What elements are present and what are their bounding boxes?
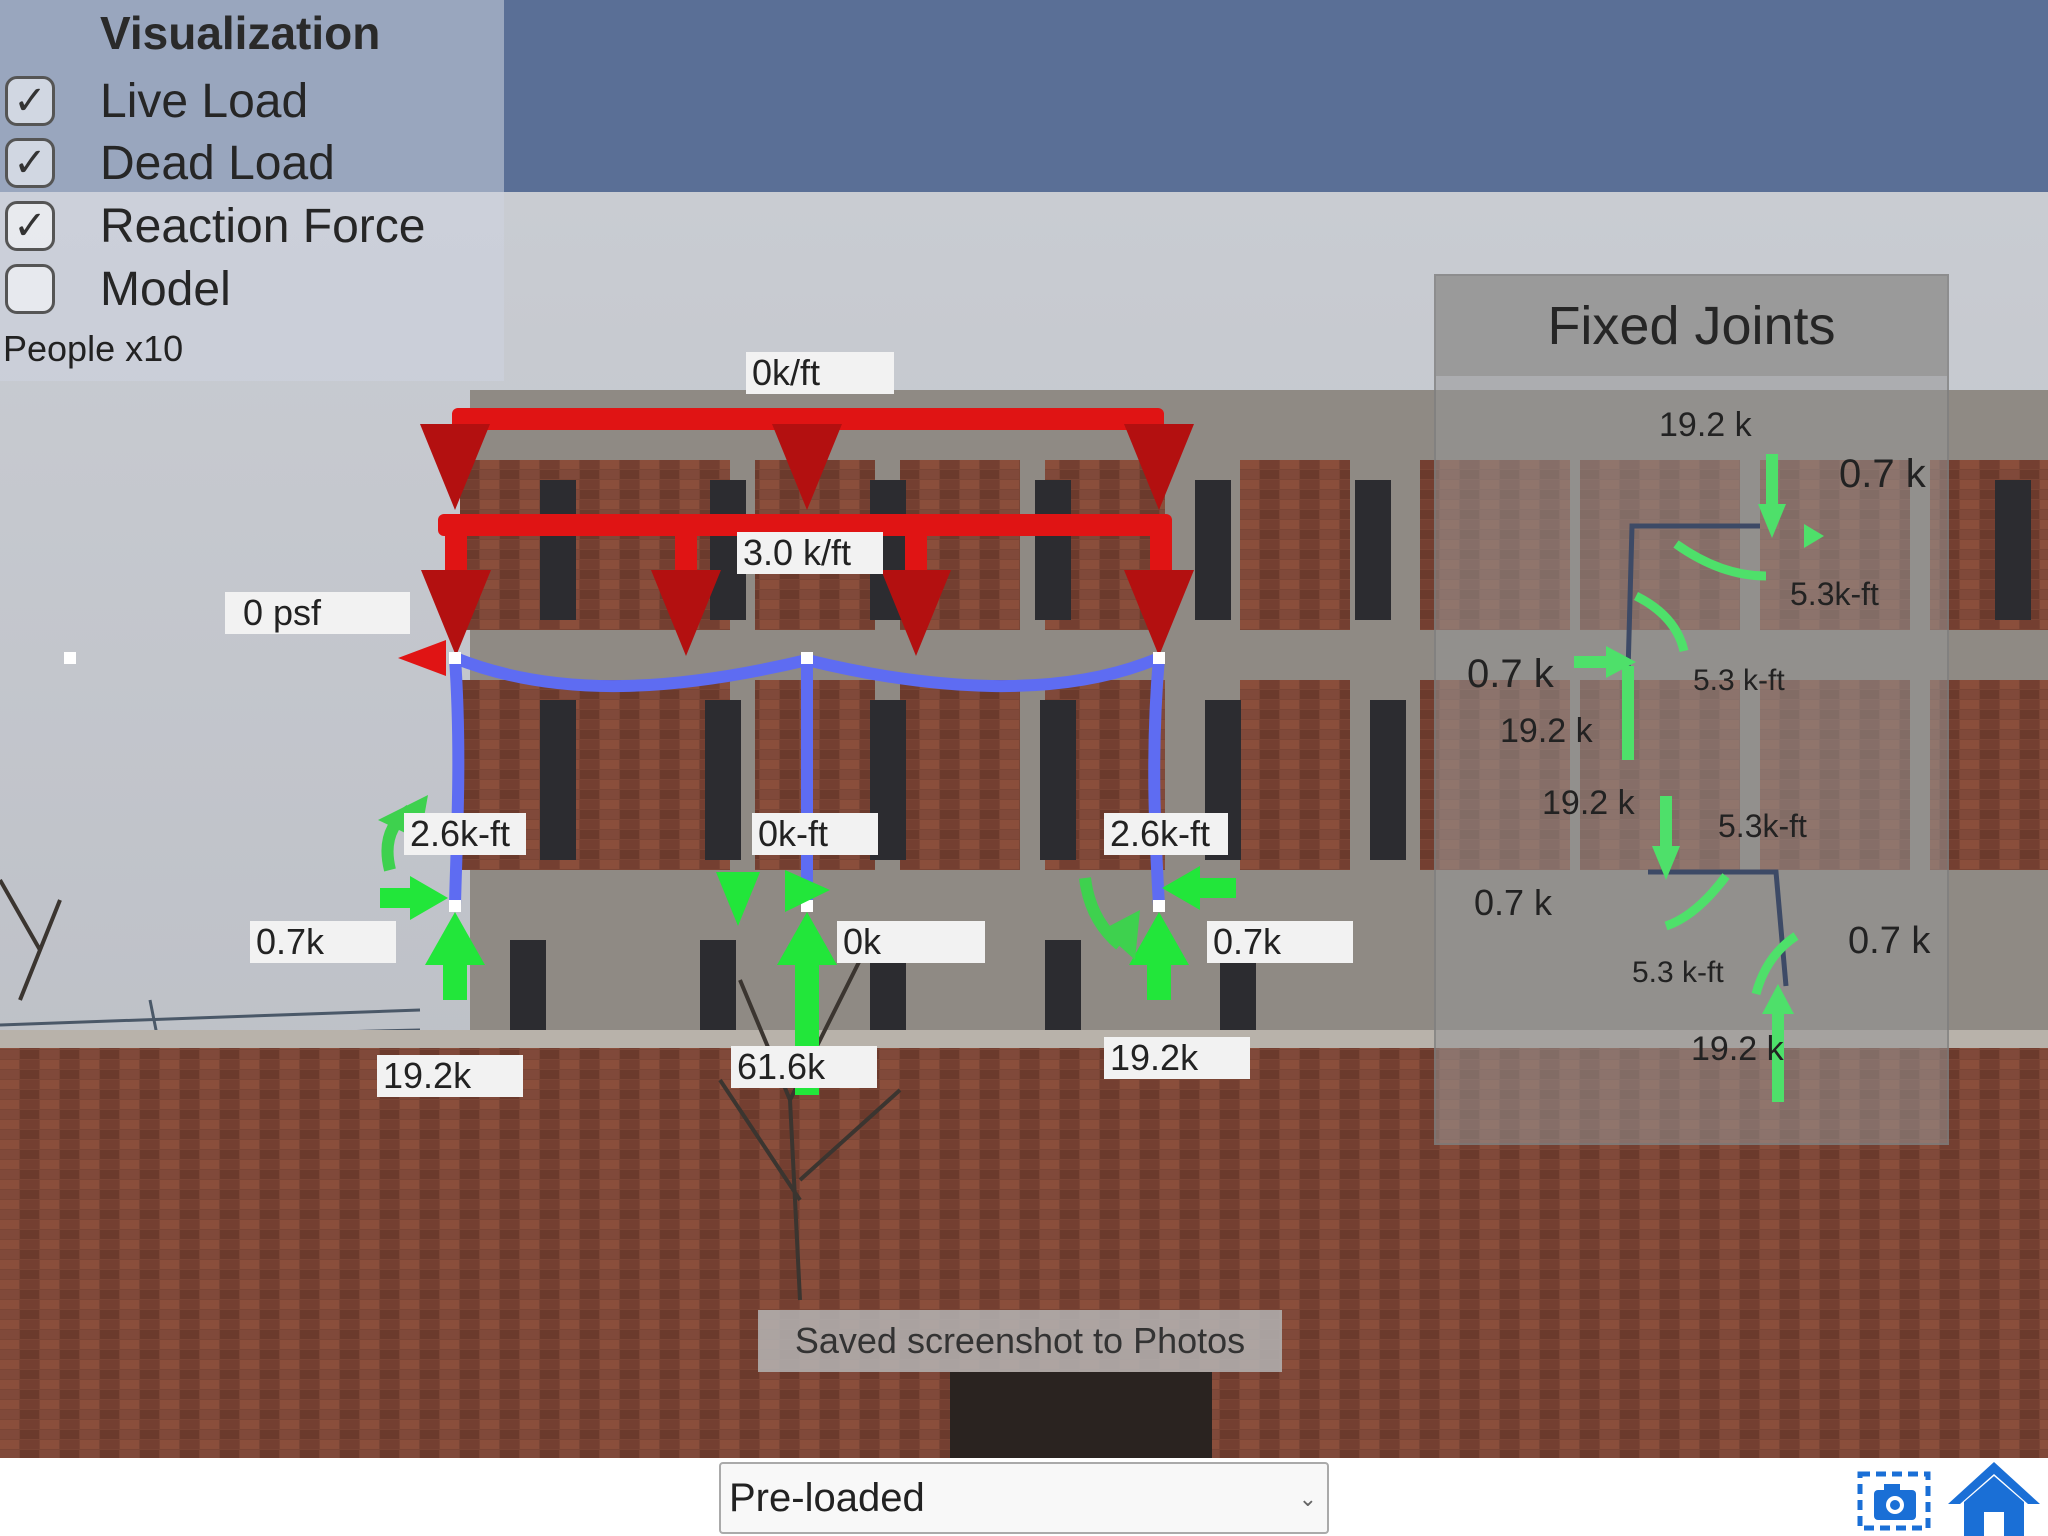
- right-moment-label: 2.6k-ft: [1104, 813, 1228, 855]
- upper-horizontal-right: 0.7 k: [1839, 452, 1926, 496]
- check-icon: ✓: [13, 141, 47, 185]
- camera-icon[interactable]: [1856, 1468, 1932, 1534]
- mid-load-arrows: [421, 570, 1194, 656]
- people-count: People x10: [3, 328, 184, 369]
- model-select[interactable]: Pre-loaded ⌄: [719, 1462, 1329, 1534]
- dead-load-checkbox[interactable]: ✓: [5, 138, 55, 188]
- top-load-arrows: [420, 424, 1194, 510]
- check-icon: ✓: [13, 204, 47, 248]
- chevron-down-icon: ⌄: [1298, 1486, 1317, 1511]
- deformed-frame: [449, 652, 1165, 912]
- mid-load-label: 3.0 k/ft: [737, 532, 883, 574]
- right-vertical-label: 19.2k: [1104, 1037, 1250, 1079]
- visualization-panel: Visualization ✓ Live Load ✓ Dead Load ✓ …: [0, 0, 504, 381]
- option-model[interactable]: Model: [5, 260, 231, 318]
- wind-load-label: 0 psf: [225, 592, 410, 634]
- lower-horizontal-right: 0.7 k: [1848, 920, 1931, 962]
- dead-load-label: Dead Load: [100, 136, 335, 190]
- model-select-value: Pre-loaded: [729, 1475, 925, 1520]
- check-icon: ✓: [13, 79, 47, 123]
- upper-moment-right: 5.3k-ft: [1790, 576, 1879, 612]
- center-moment-label: 0k-ft: [752, 813, 878, 855]
- left-vertical-label: 19.2k: [377, 1055, 523, 1097]
- option-live-load[interactable]: ✓ Live Load: [5, 72, 308, 130]
- center-horizontal-label: 0k: [837, 921, 985, 963]
- upper-vertical-left: 19.2 k: [1500, 712, 1593, 750]
- home-icon[interactable]: [1944, 1458, 2044, 1536]
- lower-moment-top: 5.3k-ft: [1718, 808, 1807, 844]
- right-horizontal-label: 0.7k: [1207, 921, 1353, 963]
- fixed-joints-panel: Fixed Joints 19.2 k 0.7 k 5.3k-ft 0.7 k …: [1434, 274, 1949, 1145]
- lower-vertical-top: 19.2 k: [1542, 784, 1635, 822]
- live-load-checkbox[interactable]: ✓: [5, 76, 55, 126]
- upper-vertical-top: 19.2 k: [1659, 406, 1752, 444]
- option-reaction-force[interactable]: ✓ Reaction Force: [5, 197, 425, 255]
- lower-moment-bottom: 5.3 k-ft: [1632, 956, 1724, 989]
- wind-load-arrow: [398, 640, 446, 676]
- lower-vertical-bottom: 19.2 k: [1691, 1030, 1784, 1068]
- reaction-force-checkbox[interactable]: ✓: [5, 201, 55, 251]
- upper-horizontal-left: 0.7 k: [1467, 652, 1554, 696]
- left-horizontal-label: 0.7k: [250, 921, 396, 963]
- top-load-label: 0k/ft: [746, 352, 894, 394]
- model-label: Model: [100, 262, 231, 316]
- lower-horizontal-left: 0.7 k: [1474, 882, 1553, 923]
- option-dead-load[interactable]: ✓ Dead Load: [5, 134, 335, 192]
- live-load-label: Live Load: [100, 74, 309, 128]
- model-checkbox[interactable]: [5, 264, 55, 314]
- upper-moment-left: 5.3 k-ft: [1693, 664, 1785, 697]
- visualization-title: Visualization: [100, 7, 381, 59]
- left-moment-label: 2.6k-ft: [404, 813, 526, 855]
- center-vertical-label: 61.6k: [731, 1046, 877, 1088]
- screenshot-toast: Saved screenshot to Photos: [758, 1310, 1282, 1372]
- reaction-force-label: Reaction Force: [100, 199, 426, 253]
